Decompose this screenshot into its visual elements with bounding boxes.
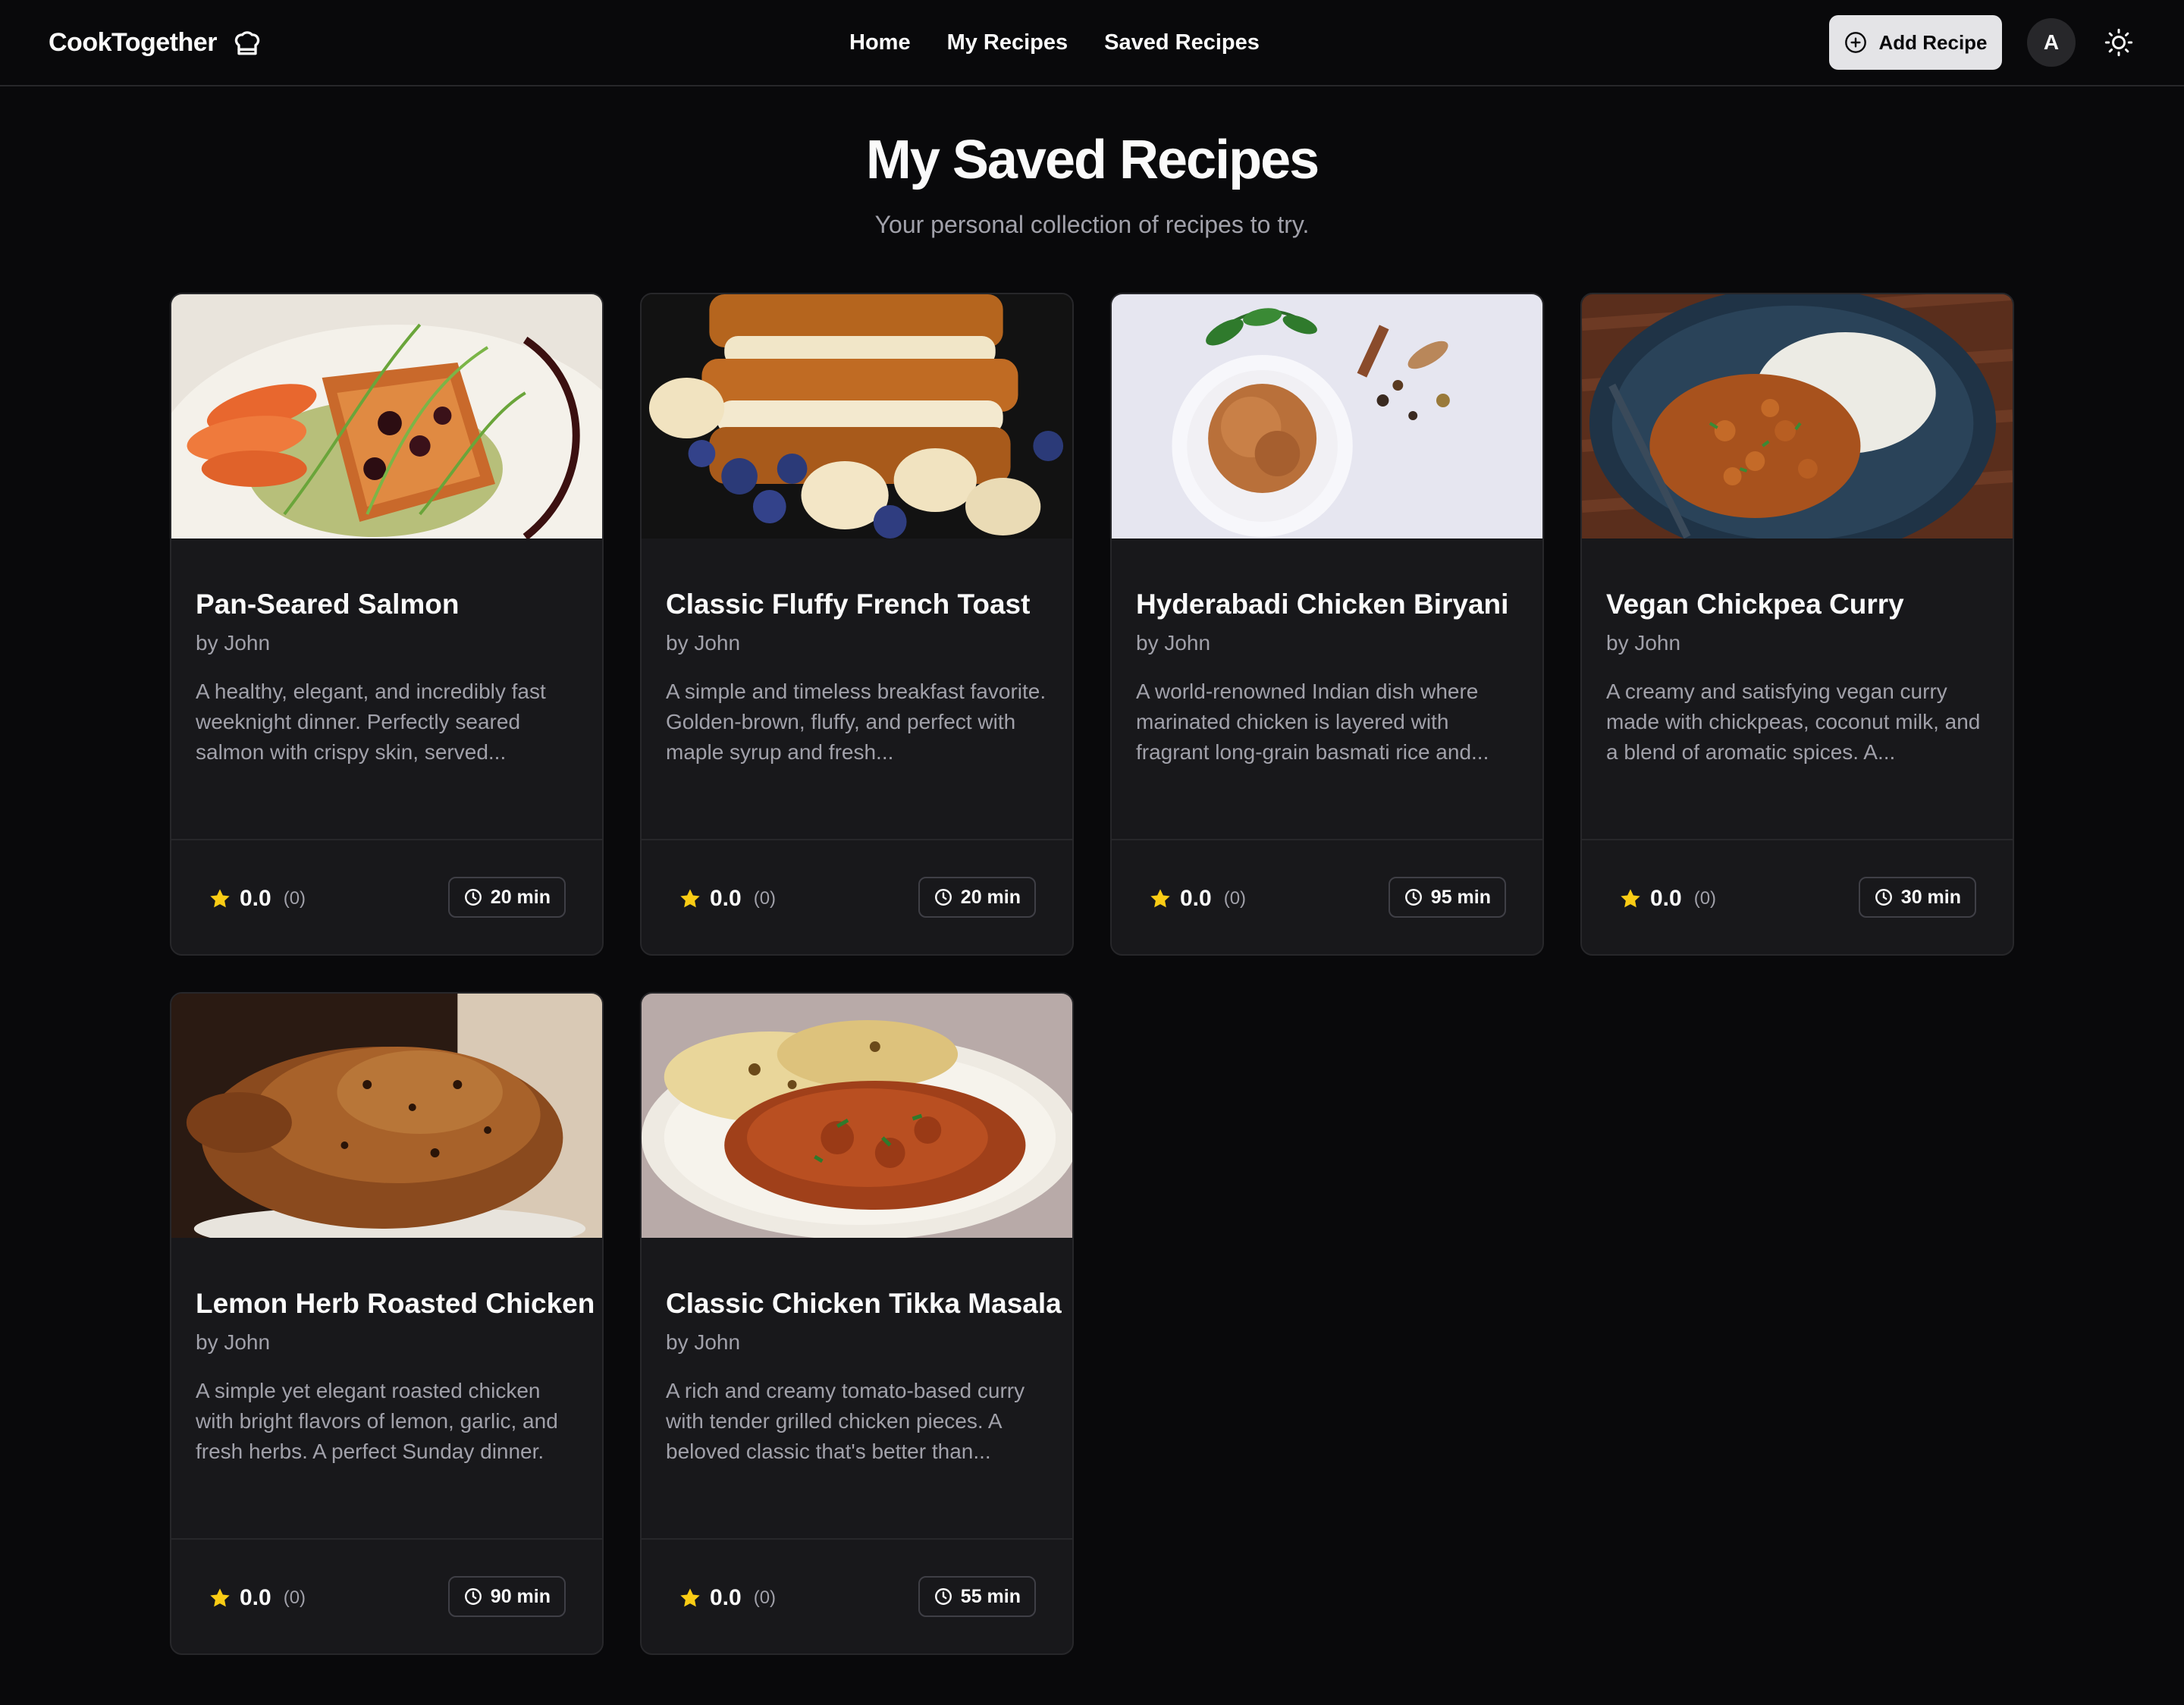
star-icon [1618,887,1643,911]
recipe-author: by John [1136,631,1211,655]
chef-hat-icon [231,26,264,59]
cook-time: 55 min [960,1585,1021,1607]
card-footer: 0.0 (0) 20 min [642,839,1072,954]
nav-my-recipes[interactable]: My Recipes [947,30,1068,55]
nav-saved-recipes[interactable]: Saved Recipes [1104,30,1260,55]
recipe-title[interactable]: Vegan Chickpea Curry [1606,589,1988,620]
recipe-card[interactable]: Hyderabadi Chicken Biryani by John A wor… [1110,293,1544,956]
recipe-card[interactable]: Classic Fluffy French Toast by John A si… [640,293,1074,956]
recipe-card[interactable]: Lemon Herb Roasted Chicken by John A sim… [170,992,604,1655]
clock-icon [463,887,483,907]
rating-count: (0) [753,1587,777,1608]
top-navbar: CookTogether Home My Recipes Saved Recip… [0,0,2184,86]
rating-value: 0.0 [240,1585,271,1610]
cook-time: 30 min [1900,886,1961,908]
roasted-chicken-photo[interactable] [171,994,602,1238]
tikka-masala-photo[interactable] [642,994,1072,1238]
salmon-photo[interactable] [171,294,602,539]
recipe-grid: Pan-Seared Salmon by John A healthy, ele… [170,293,2014,1655]
rating: 0.0 (0) [678,886,776,912]
page-title: My Saved Recipes [865,130,1320,190]
rating: 0.0 (0) [678,1585,776,1611]
recipe-description: A simple and timeless breakfast favorite… [666,680,1046,764]
recipe-description: A rich and creamy tomato-based curry wit… [666,1379,1025,1463]
recipe-author: by John [196,1330,271,1354]
cook-time-badge: 90 min [447,1576,566,1617]
star-icon [208,887,232,911]
rating-count: (0) [1223,888,1247,909]
recipe-author: by John [1606,631,1681,655]
rating-value: 0.0 [240,886,271,911]
clock-icon [463,1587,483,1606]
recipe-author: by John [196,631,271,655]
plus-circle-icon [1844,30,1868,55]
recipe-description: A healthy, elegant, and incredibly fast … [196,680,546,764]
clock-icon [1404,887,1423,907]
cook-time: 90 min [490,1585,551,1607]
star-icon [208,1586,232,1610]
recipe-title[interactable]: Classic Fluffy French Toast [666,589,1048,620]
card-footer: 0.0 (0) 90 min [171,1538,602,1653]
cook-time-badge: 20 min [918,877,1036,918]
recipe-card[interactable]: Pan-Seared Salmon by John A healthy, ele… [170,293,604,956]
cook-time-badge: 20 min [447,877,566,918]
cook-time-badge: 95 min [1388,877,1506,918]
biryani-photo[interactable] [1112,294,1542,539]
cook-time: 20 min [490,886,551,908]
star-icon [1148,887,1172,911]
brand-name[interactable]: CookTogether [49,28,217,58]
rating-value: 0.0 [710,886,742,911]
rating-count: (0) [1693,888,1717,909]
rating: 0.0 (0) [1618,886,1716,912]
clock-icon [934,887,953,907]
chickpea-curry-photo[interactable] [1582,294,2013,539]
recipe-card[interactable]: Vegan Chickpea Curry by John A creamy an… [1580,293,2014,956]
recipe-title[interactable]: Hyderabadi Chicken Biryani [1136,589,1518,620]
recipe-description: A creamy and satisfying vegan curry made… [1606,680,1981,764]
user-avatar[interactable]: A [2027,18,2076,67]
rating: 0.0 (0) [208,886,306,912]
main-nav: Home My Recipes Saved Recipes [849,0,1260,85]
cook-time: 20 min [960,886,1021,908]
rating-count: (0) [283,1587,306,1608]
brand-logo[interactable]: CookTogether [49,0,264,85]
card-footer: 0.0 (0) 95 min [1112,839,1542,954]
rating-count: (0) [283,888,306,909]
recipe-title[interactable]: Classic Chicken Tikka Masala [666,1288,1062,1320]
clock-icon [934,1587,953,1606]
star-icon [678,1586,702,1610]
recipe-title[interactable]: Lemon Herb Roasted Chicken [196,1288,595,1320]
rating-value: 0.0 [1650,886,1682,911]
add-recipe-button[interactable]: Add Recipe [1829,15,2002,70]
rating-value: 0.0 [710,1585,742,1610]
card-footer: 0.0 (0) 20 min [171,839,602,954]
card-footer: 0.0 (0) 30 min [1582,839,2013,954]
recipe-card[interactable]: Classic Chicken Tikka Masala by John A r… [640,992,1074,1655]
recipe-author: by John [666,1330,741,1354]
sun-icon [2104,27,2134,58]
recipe-author: by John [666,631,741,655]
french-toast-photo[interactable] [642,294,1072,539]
clock-icon [1874,887,1894,907]
star-icon [678,887,702,911]
theme-toggle-button[interactable] [2101,24,2137,61]
recipe-description: A simple yet elegant roasted chicken wit… [196,1379,558,1463]
rating: 0.0 (0) [208,1585,306,1611]
card-footer: 0.0 (0) 55 min [642,1538,1072,1653]
recipe-description: A world-renowned Indian dish where marin… [1136,680,1489,764]
recipe-title[interactable]: Pan-Seared Salmon [196,589,578,620]
cook-time: 95 min [1430,886,1491,908]
cook-time-badge: 55 min [918,1576,1036,1617]
page-subtitle: Your personal collection of recipes to t… [874,211,1310,238]
cook-time-badge: 30 min [1858,877,1976,918]
add-recipe-label: Add Recipe [1878,30,1988,54]
rating-count: (0) [753,888,777,909]
rating: 0.0 (0) [1148,886,1246,912]
rating-value: 0.0 [1180,886,1212,911]
nav-home[interactable]: Home [849,30,911,55]
